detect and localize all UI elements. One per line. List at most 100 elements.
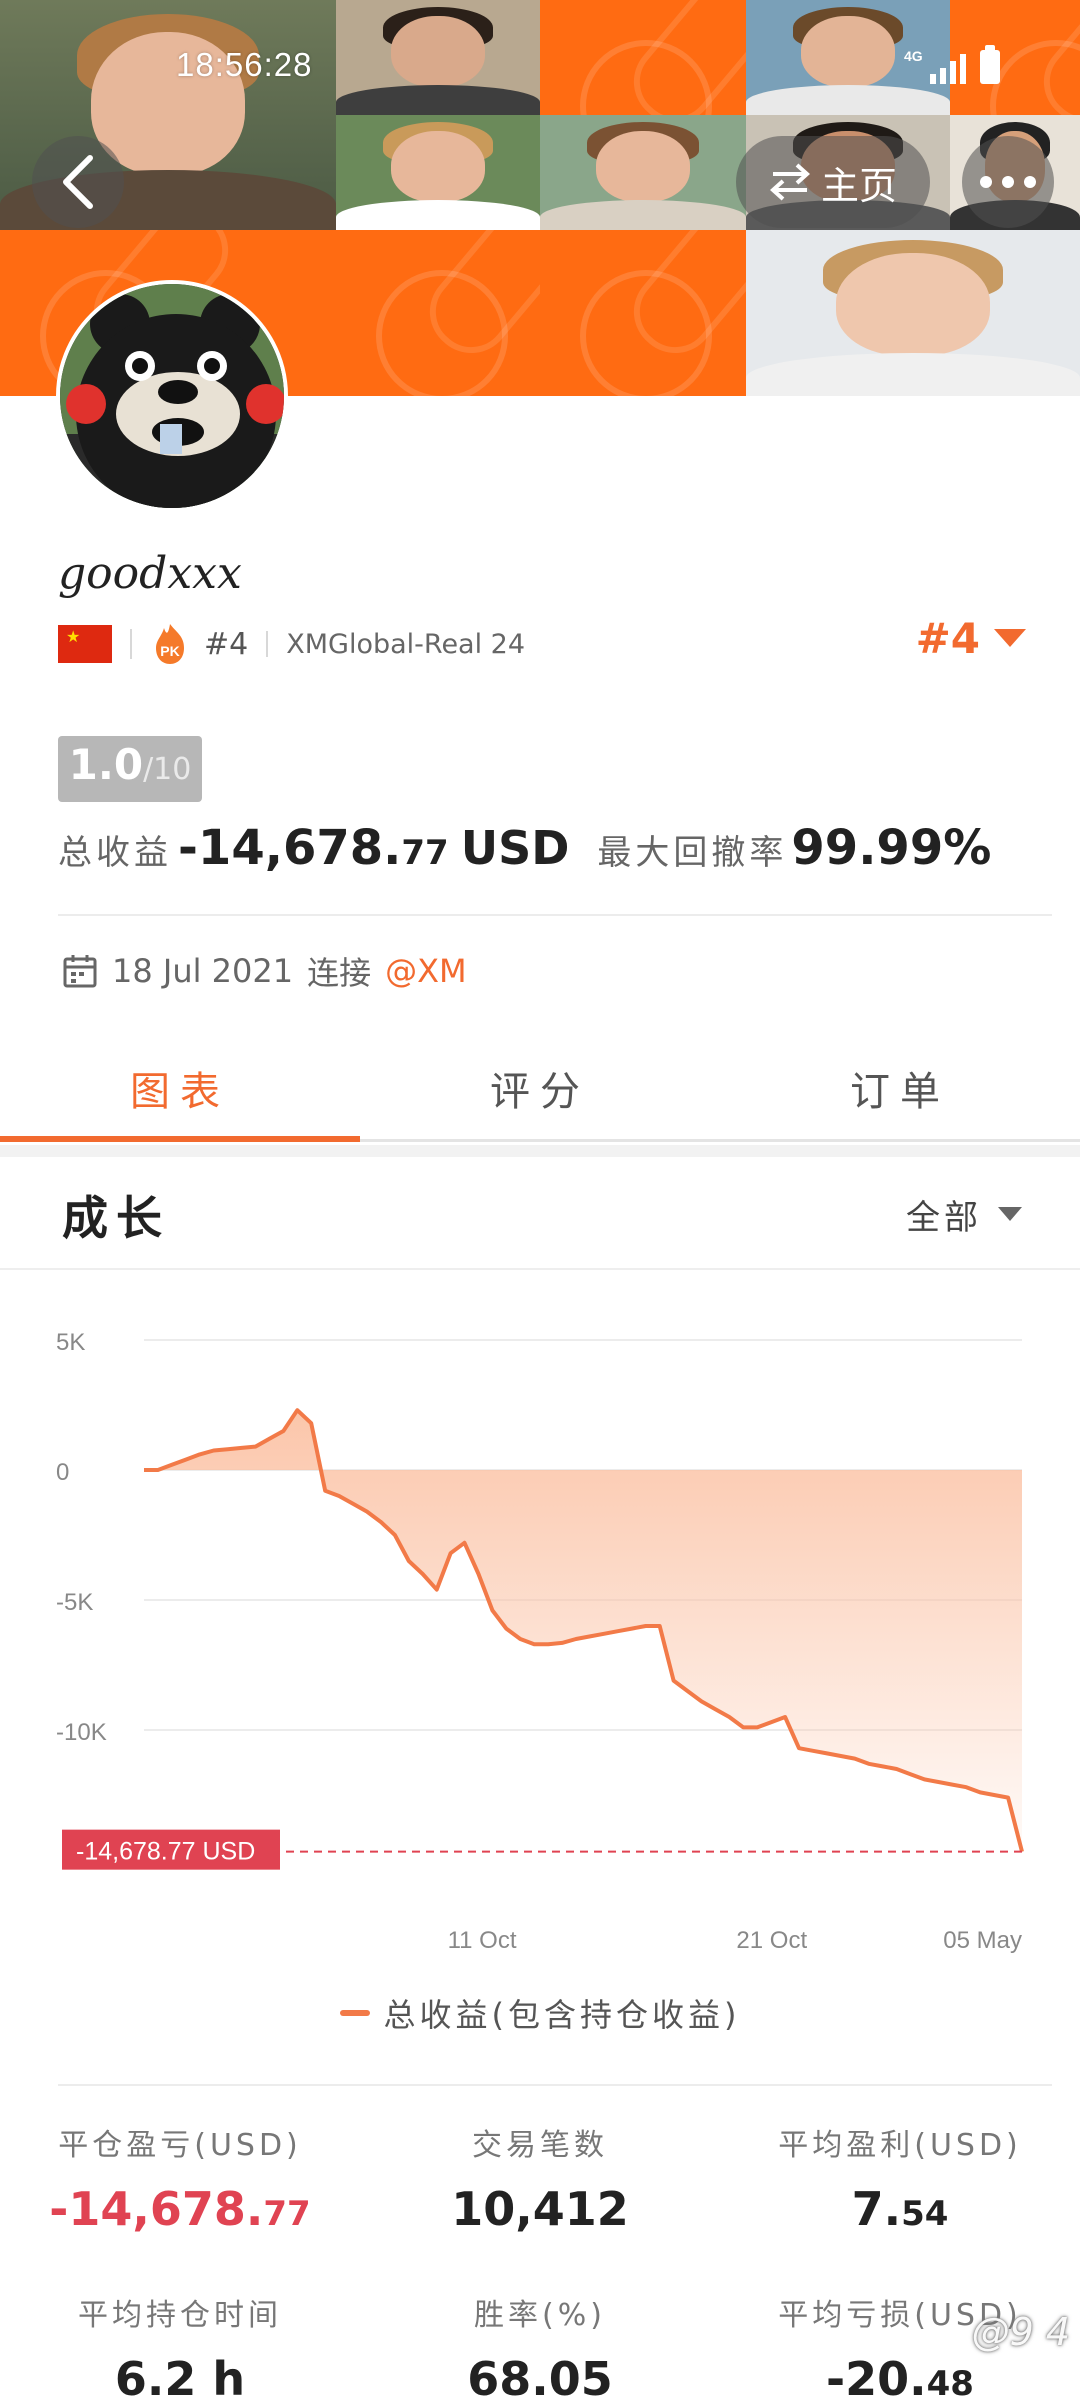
period-dropdown[interactable]: 全部 xyxy=(906,1190,1022,1239)
signal-icon xyxy=(930,54,966,84)
bear-avatar-image xyxy=(60,284,284,508)
stat-label: 交易笔数 xyxy=(472,2128,608,2163)
legend-swatch xyxy=(339,2010,370,2016)
more-dots-icon xyxy=(980,176,1036,188)
connected-label: 连接 xyxy=(307,954,372,992)
banner-pattern xyxy=(540,0,746,115)
stat-value-decimals: 54 xyxy=(901,2194,949,2234)
y-tick-label: -5K xyxy=(56,1589,93,1616)
legend-label: 总收益(包含持仓收益) xyxy=(383,1996,741,2034)
more-options-button[interactable] xyxy=(962,136,1054,228)
tab-orders[interactable]: 订单 xyxy=(720,1036,1080,1139)
total-profit-decimals: 77 xyxy=(401,833,449,873)
chart-legend: 总收益(包含持仓收益) xyxy=(0,1990,1080,2036)
x-tick-label: 11 Oct xyxy=(448,1927,517,1954)
score-value: 1.0 xyxy=(68,740,144,789)
stat-value: 6.2 h xyxy=(0,2352,360,2400)
network-type: 4G xyxy=(904,48,923,64)
period-value: 全部 xyxy=(906,1198,982,1238)
y-tick-label: -10K xyxy=(56,1719,107,1746)
banner-pattern xyxy=(540,230,746,396)
china-flag-icon: ★ xyxy=(58,625,112,663)
pk-fire-icon: PK xyxy=(156,624,184,664)
watermark: @9 4 xyxy=(971,2310,1070,2354)
stat-value-main: 68.05 xyxy=(467,2352,613,2400)
stat-trade-count: 交易笔数 10,412 xyxy=(360,2120,720,2236)
growth-chart: 5K 0 -5K -10K -14,678.77 USD 11 Oct 21 Oct 05 M… xyxy=(56,1329,1024,1954)
current-value-label: -14,678.77 USD xyxy=(76,1838,255,1866)
username: goodxxx xyxy=(58,548,242,599)
stat-value: -20.48 xyxy=(720,2352,1080,2400)
stat-closed-pnl: 平仓盈亏(USD) -14,678.77 xyxy=(0,2120,360,2236)
profit-summary: 总收益 -14,678.77 USD 最大回撤率 99.99% xyxy=(58,820,991,876)
battery-icon xyxy=(980,45,1000,84)
home-label: 主页 xyxy=(820,163,897,208)
stat-label: 平均盈利(USD) xyxy=(778,2128,1022,2163)
stat-label: 平仓盈亏(USD) xyxy=(58,2128,302,2163)
stat-value-main: -14,678. xyxy=(49,2182,264,2236)
calendar-icon xyxy=(63,955,97,988)
connection-info: 18 Jul 2021 连接 @XM xyxy=(62,948,467,994)
stats-grid: 平仓盈亏(USD) -14,678.77 交易笔数 10,412 平均盈利(US… xyxy=(0,2120,1080,2400)
max-drawdown-value: 99.99% xyxy=(791,820,992,876)
banner-photo xyxy=(336,0,540,115)
total-profit-label: 总收益 xyxy=(58,833,172,873)
tab-chart[interactable]: 图表 xyxy=(0,1036,360,1142)
stat-value: 68.05 xyxy=(360,2352,720,2400)
home-button[interactable]: 主页 xyxy=(736,136,930,228)
stat-value: 10,412 xyxy=(360,2182,720,2236)
total-profit-main: -14,678. xyxy=(178,820,402,876)
stat-value-main: 10,412 xyxy=(451,2182,629,2236)
stat-value: -14,678.77 xyxy=(0,2182,360,2236)
score-denominator: /10 xyxy=(143,752,192,787)
banner-pattern xyxy=(336,230,540,396)
section-gap xyxy=(0,1145,1080,1157)
stat-value-main: -20. xyxy=(826,2352,927,2400)
divider xyxy=(58,2084,1052,2086)
account-server: XMGlobal-Real 24 xyxy=(286,628,526,660)
divider xyxy=(266,631,269,657)
stat-label: 胜率(%) xyxy=(474,2298,606,2333)
max-drawdown-label: 最大回撤率 xyxy=(597,833,788,873)
total-profit-value: -14,678.77 xyxy=(178,820,449,876)
growth-title: 成长 xyxy=(62,1191,170,1245)
x-tick-label: 21 Oct xyxy=(736,1927,807,1954)
pk-rank: #4 xyxy=(204,626,249,662)
back-button[interactable] xyxy=(32,136,124,228)
stat-value-main: 7. xyxy=(851,2182,902,2236)
stat-win-rate: 胜率(%) 68.05 xyxy=(360,2290,720,2400)
y-tick-label: 5K xyxy=(56,1329,85,1356)
stat-avg-profit: 平均盈利(USD) 7.54 xyxy=(720,2120,1080,2236)
caret-down-icon xyxy=(998,1206,1022,1221)
broker-link[interactable]: @XM xyxy=(385,952,467,990)
profile-meta-row: ★ PK #4 XMGlobal-Real 24 xyxy=(58,620,1038,668)
y-tick-label: 0 xyxy=(56,1459,69,1486)
connected-date: 18 Jul 2021 xyxy=(112,952,294,990)
banner-photo xyxy=(540,115,746,230)
growth-header: 成长 全部 xyxy=(0,1160,1080,1270)
banner-photo xyxy=(746,230,1080,396)
stat-value-decimals: 77 xyxy=(263,2194,311,2234)
series-area xyxy=(144,1410,1022,1852)
rank-dropdown[interactable]: #4 xyxy=(916,614,1026,663)
avatar[interactable] xyxy=(56,280,288,512)
x-tick-label: 05 May xyxy=(943,1927,1022,1954)
total-profit-unit: USD xyxy=(460,821,570,875)
rank-value: #4 xyxy=(915,614,980,663)
stat-value: 7.54 xyxy=(720,2182,1080,2236)
divider xyxy=(58,914,1052,916)
swap-icon xyxy=(769,163,810,201)
banner-photo xyxy=(336,115,540,230)
status-icons: 4G xyxy=(904,45,1024,88)
stat-value-decimals: 48 xyxy=(926,2364,974,2400)
caret-down-icon xyxy=(994,628,1026,647)
svg-text:PK: PK xyxy=(160,643,179,659)
section-tabs: 图表 评分 订单 xyxy=(0,1036,1080,1142)
divider xyxy=(130,629,132,659)
stat-label: 平均持仓时间 xyxy=(78,2298,282,2333)
status-time: 18:56:28 xyxy=(176,46,313,83)
tab-rating[interactable]: 评分 xyxy=(360,1036,720,1139)
chevron-left-icon xyxy=(63,155,93,209)
stat-avg-hold-time: 平均持仓时间 6.2 h xyxy=(0,2290,360,2400)
score-badge: 1.0 /10 xyxy=(58,736,202,802)
